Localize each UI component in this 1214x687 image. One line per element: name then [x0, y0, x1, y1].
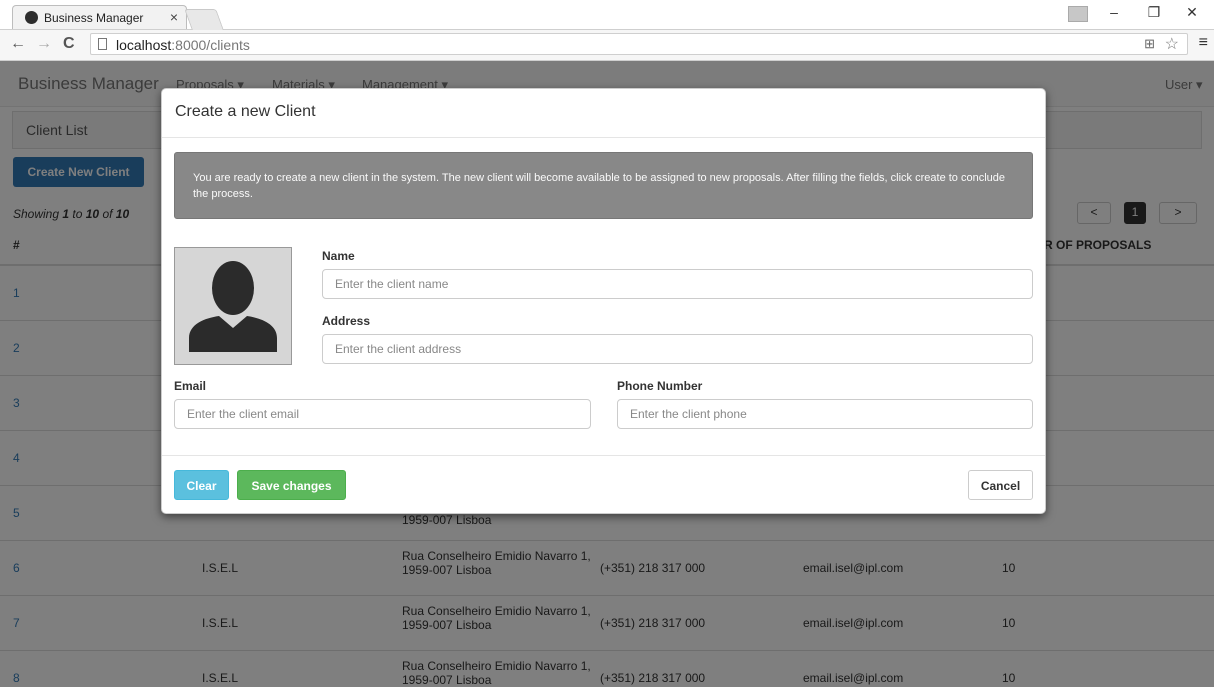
window-close-icon[interactable]: ✕	[1180, 4, 1204, 21]
new-tab-button[interactable]	[184, 9, 224, 30]
profile-icon[interactable]	[1068, 6, 1088, 22]
reload-icon[interactable]: C	[63, 35, 75, 53]
forward-icon[interactable]: →	[36, 35, 52, 53]
bookmark-star-icon[interactable]: ☆	[1165, 34, 1179, 54]
create-client-modal: Create a new Client You are ready to cre…	[161, 88, 1046, 514]
restore-icon[interactable]: ❐	[1142, 4, 1166, 21]
browser-tabstrip: Business Manager × – ❐ ✕	[0, 0, 1214, 30]
phone-label: Phone Number	[617, 379, 703, 393]
app-favicon-icon	[25, 11, 38, 24]
browser-toolbar: ← → C localhost:8000/clients ⊞ ☆ ≡	[0, 30, 1214, 61]
browser-tab[interactable]: Business Manager ×	[12, 5, 187, 29]
translate-icon[interactable]: ⊞	[1144, 36, 1155, 52]
info-text: You are ready to create a new client in …	[193, 172, 1006, 200]
clear-button[interactable]: Clear	[174, 470, 229, 500]
person-silhouette-icon	[189, 261, 277, 352]
client-phone-input[interactable]	[617, 399, 1033, 429]
client-name-input[interactable]	[322, 269, 1033, 299]
save-changes-button[interactable]: Save changes	[237, 470, 346, 500]
browser-menu-icon[interactable]: ≡	[1199, 34, 1208, 52]
modal-title: Create a new Client	[175, 103, 316, 120]
url-text: localhost:8000/clients	[116, 37, 250, 53]
address-label: Address	[322, 314, 371, 328]
tab-close-icon[interactable]: ×	[170, 9, 178, 25]
back-icon[interactable]: ←	[10, 35, 26, 53]
page-icon	[98, 38, 107, 50]
email-label: Email	[174, 379, 207, 393]
cancel-button[interactable]: Cancel	[968, 470, 1033, 500]
client-address-input[interactable]	[322, 334, 1033, 364]
minimize-icon[interactable]: –	[1102, 4, 1126, 20]
modal-header-divider	[162, 137, 1045, 138]
address-bar[interactable]: localhost:8000/clients ⊞ ☆	[90, 33, 1188, 55]
modal-footer-divider	[162, 455, 1045, 456]
tab-title: Business Manager	[44, 11, 144, 25]
info-alert: You are ready to create a new client in …	[174, 152, 1033, 219]
client-email-input[interactable]	[174, 399, 591, 429]
client-avatar[interactable]	[174, 247, 292, 365]
name-label: Name	[322, 249, 355, 263]
